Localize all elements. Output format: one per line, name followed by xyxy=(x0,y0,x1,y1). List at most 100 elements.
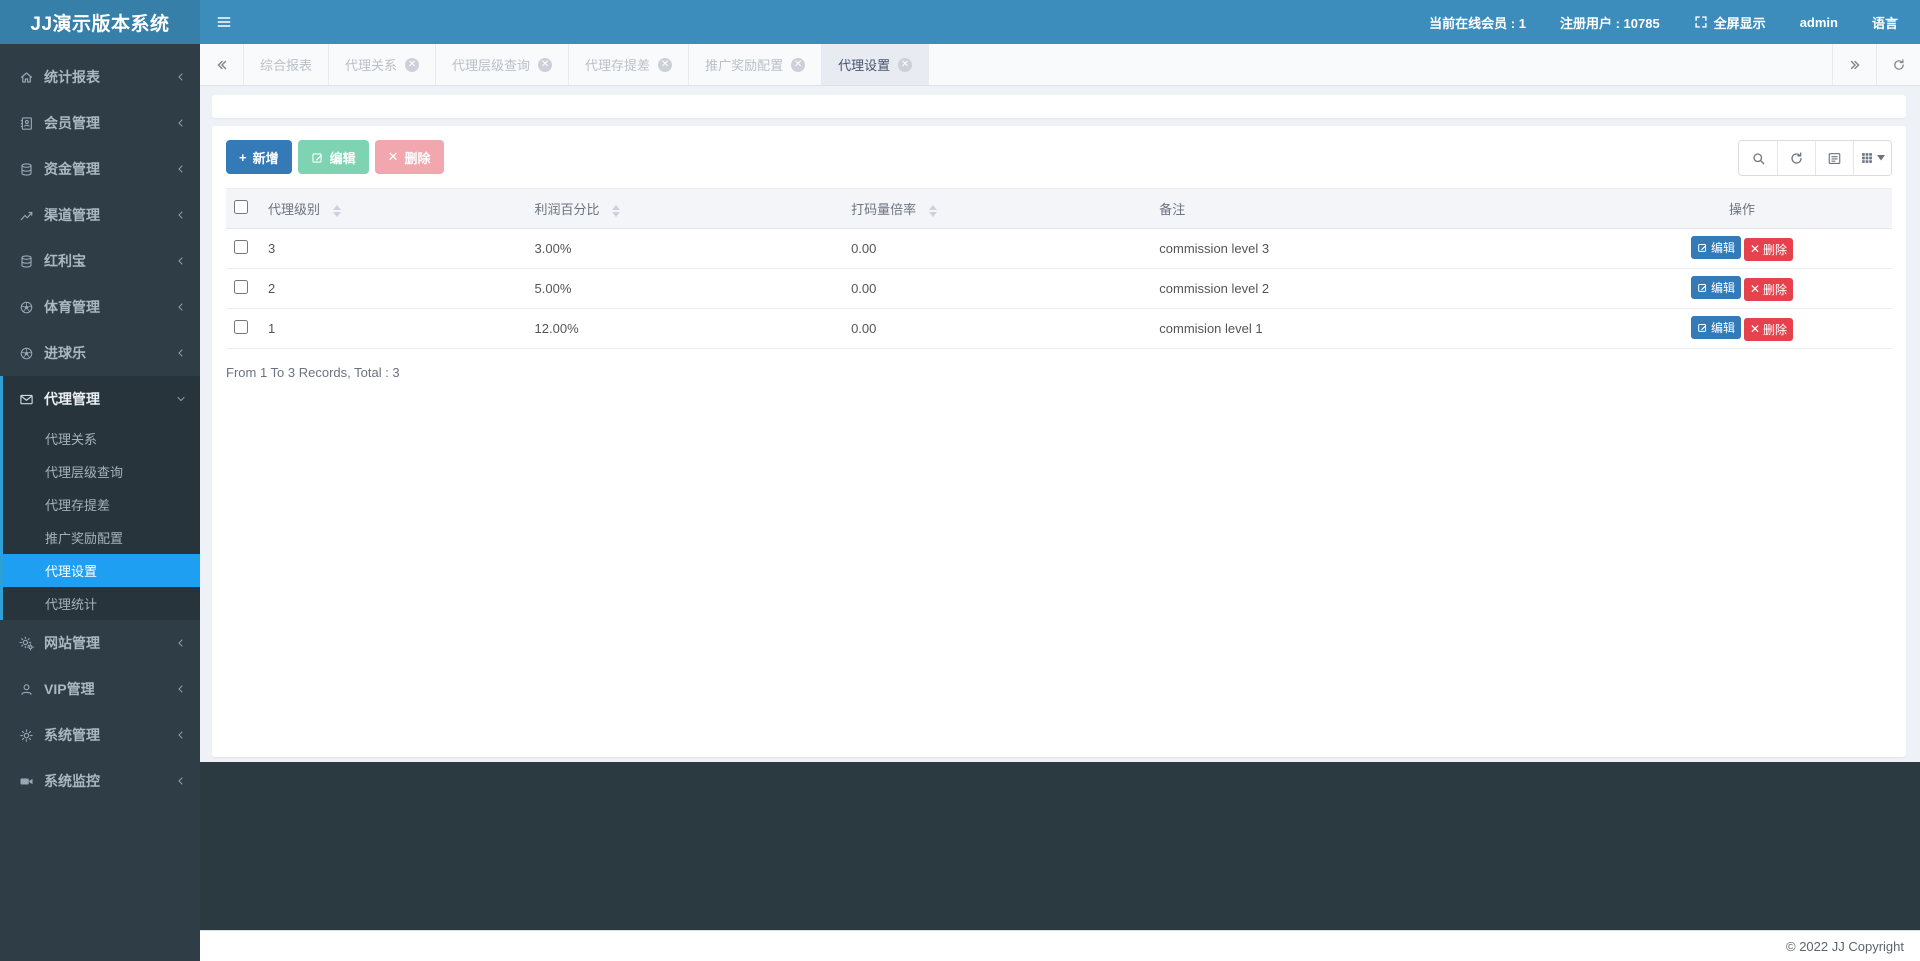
column-header-profit-percent[interactable]: 利润百分比 xyxy=(526,188,844,229)
sort-icon xyxy=(612,204,621,217)
search-button[interactable] xyxy=(1739,141,1777,175)
tab-agent-deposit-withdraw-diff[interactable]: 代理存提差 ✕ xyxy=(569,44,690,85)
cell-agent-level: 1 xyxy=(260,308,527,349)
sidebar-item-system-management[interactable]: 系统管理 xyxy=(0,712,200,758)
navbar: 当前在线会员 : 1 注册用户 : 10785 全屏显示 admin 语言 xyxy=(200,0,1920,44)
sidebar-item-website-management[interactable]: 网站管理 xyxy=(0,620,200,666)
tab-agent-relation[interactable]: 代理关系 ✕ xyxy=(329,44,437,85)
pencil-square-icon xyxy=(1697,322,1708,333)
row-delete-button[interactable]: ✕ 删除 xyxy=(1743,237,1794,261)
tab-promo-reward-config[interactable]: 推广奖励配置 ✕ xyxy=(689,44,823,85)
row-edit-button[interactable]: 编辑 xyxy=(1690,316,1741,340)
row-checkbox[interactable] xyxy=(234,320,248,334)
columns-button[interactable] xyxy=(1853,141,1891,175)
sidebar-item-system-monitor[interactable]: 系统监控 xyxy=(0,758,200,804)
tabs-scroll-right-button[interactable] xyxy=(1832,44,1876,85)
tab-bar: 综合报表 代理关系 ✕ 代理层级查询 ✕ 代理存提差 ✕ 推广奖励配置 ✕ 代理… xyxy=(200,44,1920,86)
navbar-right: 当前在线会员 : 1 注册用户 : 10785 全屏显示 admin 语言 xyxy=(1429,13,1920,32)
table-row: 1 12.00% 0.00 commision level 1 编辑 ✕ 删除 xyxy=(226,308,1892,349)
cell-profit-percent: 12.00% xyxy=(526,308,844,349)
table-view-controls xyxy=(1738,140,1892,176)
tabs-refresh-button[interactable] xyxy=(1876,44,1920,85)
cell-agent-level: 2 xyxy=(260,268,527,309)
chevron-left-icon xyxy=(176,348,186,358)
sidebar-item-member-management[interactable]: 会员管理 xyxy=(0,100,200,146)
row-delete-button[interactable]: ✕ 删除 xyxy=(1743,277,1794,301)
cell-rollover: 0.00 xyxy=(843,308,1152,349)
tab-agent-settings[interactable]: 代理设置 ✕ xyxy=(822,44,930,85)
brand-title: JJ演示版本系统 xyxy=(0,0,200,44)
sidebar-item-promo-reward-config[interactable]: 推广奖励配置 xyxy=(3,521,200,554)
edit-button[interactable]: 编辑 xyxy=(297,140,369,174)
sort-icon xyxy=(928,204,937,217)
user-menu[interactable]: admin xyxy=(1800,15,1838,30)
fullscreen-icon xyxy=(1694,15,1708,29)
sidebar-item-goal-fun[interactable]: 进球乐 xyxy=(0,330,200,376)
top-header: JJ演示版本系统 当前在线会员 : 1 注册用户 : 10785 全屏显示 ad… xyxy=(0,0,1920,44)
row-edit-button[interactable]: 编辑 xyxy=(1690,236,1741,260)
tab-close-icon[interactable]: ✕ xyxy=(898,57,913,72)
video-camera-icon xyxy=(18,774,35,789)
delete-button[interactable]: ✕ 删除 xyxy=(374,140,444,174)
caret-down-icon xyxy=(1877,155,1885,161)
row-checkbox[interactable] xyxy=(234,240,248,254)
sidebar-item-agent-settings[interactable]: 代理设置 xyxy=(3,554,200,587)
envelope-icon xyxy=(18,392,35,407)
sidebar: 统计报表 会员管理 资金管理 渠道管理 红利宝 体育管理 进球乐 代理管理 代理… xyxy=(0,44,200,961)
tabs-scroll-left-button[interactable] xyxy=(200,44,244,85)
registered-users-count: 注册用户 : 10785 xyxy=(1559,15,1660,31)
add-button[interactable]: + 新增 xyxy=(226,140,292,174)
cell-remark: commision level 1 xyxy=(1151,308,1592,349)
gear-icon xyxy=(18,728,35,743)
agent-levels-table: 代理级别 利润百分比 打码量倍率 备注 操作 3 3.00% 0.00 comm… xyxy=(226,188,1892,349)
tab-close-icon[interactable]: ✕ xyxy=(538,57,553,72)
sidebar-item-channel-management[interactable]: 渠道管理 xyxy=(0,192,200,238)
content-area: + 新增 编辑 ✕ 删除 代理级别 利润百分比 打码量倍率 备注 操作 3 3.… xyxy=(200,86,1920,762)
chart-line-icon xyxy=(18,208,35,223)
tab-close-icon[interactable]: ✕ xyxy=(405,57,420,72)
online-members-count: 当前在线会员 : 1 xyxy=(1429,15,1526,31)
chevron-left-icon xyxy=(176,730,186,740)
cell-rollover: 0.00 xyxy=(843,268,1152,309)
sidebar-item-sports-management[interactable]: 体育管理 xyxy=(0,284,200,330)
agent-settings-panel: + 新增 编辑 ✕ 删除 代理级别 利润百分比 打码量倍率 备注 操作 3 3.… xyxy=(212,126,1906,757)
tabbar-spacer xyxy=(929,44,1832,85)
select-all-checkbox[interactable] xyxy=(234,200,248,214)
x-icon: ✕ xyxy=(1749,322,1761,337)
sidebar-item-vip-management[interactable]: VIP管理 xyxy=(0,666,200,712)
pencil-square-icon xyxy=(311,151,324,164)
sidebar-item-funds-management[interactable]: 资金管理 xyxy=(0,146,200,192)
sidebar-item-agent-level-query[interactable]: 代理层级查询 xyxy=(3,455,200,488)
sidebar-item-bonus-treasure[interactable]: 红利宝 xyxy=(0,238,200,284)
sort-icon xyxy=(332,204,341,217)
sidebar-toggle-button[interactable] xyxy=(200,0,248,44)
chevron-left-icon xyxy=(176,256,186,266)
refresh-icon xyxy=(1789,151,1804,166)
refresh-button[interactable] xyxy=(1777,141,1815,175)
column-header-rollover-multiplier[interactable]: 打码量倍率 xyxy=(843,188,1152,229)
sidebar-item-agent-relation[interactable]: 代理关系 xyxy=(3,422,200,455)
panel-top-strip xyxy=(212,95,1906,118)
chevron-left-icon xyxy=(176,638,186,648)
sidebar-item-agent-statistics[interactable]: 代理统计 xyxy=(3,587,200,620)
row-edit-button[interactable]: 编辑 xyxy=(1690,276,1741,300)
row-checkbox[interactable] xyxy=(234,280,248,294)
cell-profit-percent: 5.00% xyxy=(526,268,844,309)
background-gap xyxy=(200,762,1920,930)
tab-close-icon[interactable]: ✕ xyxy=(791,57,806,72)
chevron-left-icon xyxy=(176,302,186,312)
fullscreen-button[interactable]: 全屏显示 xyxy=(1694,13,1766,32)
x-icon: ✕ xyxy=(1749,282,1761,297)
sidebar-item-agent-deposit-withdraw-diff[interactable]: 代理存提差 xyxy=(3,488,200,521)
language-menu[interactable]: 语言 xyxy=(1872,13,1898,32)
tab-summary-report[interactable]: 综合报表 xyxy=(244,44,330,85)
tab-agent-level-query[interactable]: 代理层级查询 ✕ xyxy=(436,44,570,85)
toggle-view-button[interactable] xyxy=(1815,141,1853,175)
cell-rollover: 0.00 xyxy=(843,228,1152,269)
sidebar-item-stats-reports[interactable]: 统计报表 xyxy=(0,54,200,100)
sidebar-item-agent-management[interactable]: 代理管理 xyxy=(3,376,200,422)
row-delete-button[interactable]: ✕ 删除 xyxy=(1743,317,1794,341)
column-header-agent-level[interactable]: 代理级别 xyxy=(260,188,527,229)
address-book-icon xyxy=(18,116,35,131)
tab-close-icon[interactable]: ✕ xyxy=(658,57,673,72)
